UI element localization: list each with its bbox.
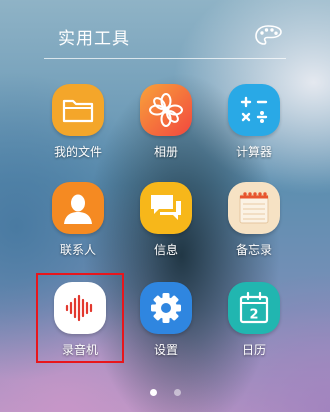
folder-title[interactable]: 实用工具	[58, 24, 130, 49]
app-my-files[interactable]: 我的文件	[38, 84, 118, 160]
app-label: 日历	[241, 343, 266, 357]
page-indicator-dot[interactable]	[174, 389, 181, 396]
calendar-icon: 2	[228, 282, 280, 334]
page-indicator-dot-active[interactable]	[150, 389, 157, 396]
app-calculator[interactable]: 计算器	[214, 84, 294, 160]
app-label: 备忘录	[235, 243, 272, 257]
app-label: 相册	[153, 145, 178, 159]
palette-icon[interactable]	[254, 24, 284, 48]
app-label: 信息	[153, 243, 178, 257]
app-settings[interactable]: 设置	[126, 282, 206, 358]
app-messages[interactable]: 信息	[126, 182, 206, 258]
gear-icon	[140, 282, 192, 334]
app-gallery[interactable]: 相册	[126, 84, 206, 160]
app-calendar[interactable]: 2 日历	[214, 282, 294, 358]
app-label: 设置	[153, 343, 178, 357]
flower-icon	[140, 84, 192, 136]
app-label: 计算器	[235, 145, 272, 159]
app-memo[interactable]: 备忘录	[214, 182, 294, 258]
folder-divider	[44, 58, 286, 59]
chat-bubble-icon	[140, 182, 192, 234]
folder-icon	[52, 84, 104, 136]
selection-highlight-box	[36, 273, 124, 363]
person-icon	[52, 182, 104, 234]
calculator-icon	[228, 84, 280, 136]
calendar-day-number: 2	[249, 308, 258, 323]
app-contacts[interactable]: 联系人	[38, 182, 118, 258]
notepad-icon	[228, 182, 280, 234]
app-label: 我的文件	[53, 145, 102, 159]
app-label: 联系人	[59, 243, 96, 257]
